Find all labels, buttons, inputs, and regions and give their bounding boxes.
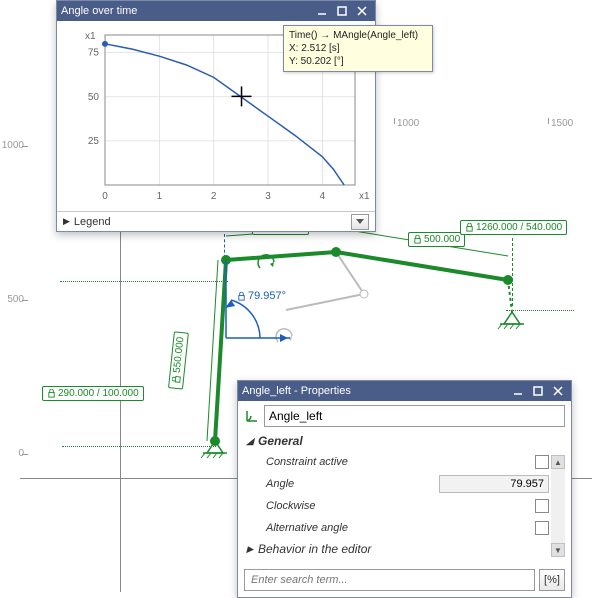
legend-expand-icon[interactable]: ▶	[63, 216, 70, 227]
tooltip-y: Y: 50.202 [°]	[289, 55, 427, 68]
point-label-right[interactable]: 1260.000 / 540.000	[460, 220, 567, 235]
row-angle: Angle	[244, 473, 549, 495]
svg-text:75: 75	[88, 48, 100, 59]
svg-text:2: 2	[211, 191, 217, 202]
modified-filter-button[interactable]: [%]	[539, 569, 565, 591]
row-clockwise: Clockwise	[244, 495, 549, 517]
tooltip-x: X: 2.512 [s]	[289, 42, 427, 55]
row-constraint-active: Constraint active	[244, 451, 549, 473]
scroll-up-button[interactable]: ▲	[551, 455, 565, 469]
chart-tooltip: Time() → MAngle(Angle_left) X: 2.512 [s]…	[283, 25, 433, 72]
constraint-active-checkbox[interactable]	[535, 455, 549, 469]
maximize-button[interactable]	[529, 384, 547, 398]
svg-text:x1: x1	[85, 31, 96, 42]
svg-text:3: 3	[265, 191, 271, 202]
point-label-left[interactable]: 290.000 / 100.000	[42, 386, 144, 401]
clockwise-checkbox[interactable]	[535, 499, 549, 513]
tooltip-title: Time() → MAngle(Angle_left)	[289, 29, 427, 42]
angle-value-input[interactable]	[439, 475, 549, 493]
properties-panel[interactable]: Angle_left - Properties ◢General Constra…	[237, 380, 572, 598]
svg-text:1: 1	[157, 191, 163, 202]
object-name-input[interactable]	[264, 405, 565, 427]
scroll-down-button[interactable]: ▼	[551, 543, 565, 557]
chart-legend-row[interactable]: ▶ Legend	[57, 211, 375, 231]
property-search-input[interactable]	[244, 569, 535, 591]
svg-text:4: 4	[320, 191, 326, 202]
svg-text:25: 25	[88, 136, 100, 147]
properties-titlebar[interactable]: Angle_left - Properties	[238, 381, 571, 401]
row-alternative-angle: Alternative angle	[244, 517, 549, 539]
chart-title: Angle over time	[61, 5, 311, 17]
legend-label: Legend	[74, 216, 111, 228]
svg-text:x1: x1	[359, 191, 370, 202]
minimize-button[interactable]	[313, 4, 331, 18]
properties-scrollbar[interactable]: ▲ ▼	[551, 455, 565, 557]
group-behavior[interactable]: ▶Behavior in the editor	[244, 539, 549, 559]
svg-text:50: 50	[88, 92, 100, 103]
dimension-top-right[interactable]: 500.000	[408, 232, 465, 247]
close-button[interactable]	[353, 4, 371, 18]
close-button[interactable]	[549, 384, 567, 398]
chart-plot-area[interactable]: 25507501234x1x1 Time() → MAngle(Angle_le…	[57, 21, 375, 211]
group-general[interactable]: ◢General	[244, 431, 549, 451]
dimension-angle[interactable]: 79.957°	[237, 290, 286, 302]
minimize-button[interactable]	[509, 384, 527, 398]
chart-titlebar[interactable]: Angle over time	[57, 1, 375, 21]
legend-dropdown-button[interactable]	[351, 214, 369, 230]
angle-type-icon	[244, 408, 260, 424]
properties-title: Angle_left - Properties	[242, 385, 507, 397]
alternative-angle-checkbox[interactable]	[535, 521, 549, 535]
chart-panel[interactable]: Angle over time 25507501234x1x1 Time() →…	[56, 0, 376, 232]
maximize-button[interactable]	[333, 4, 351, 18]
svg-text:0: 0	[102, 191, 108, 202]
